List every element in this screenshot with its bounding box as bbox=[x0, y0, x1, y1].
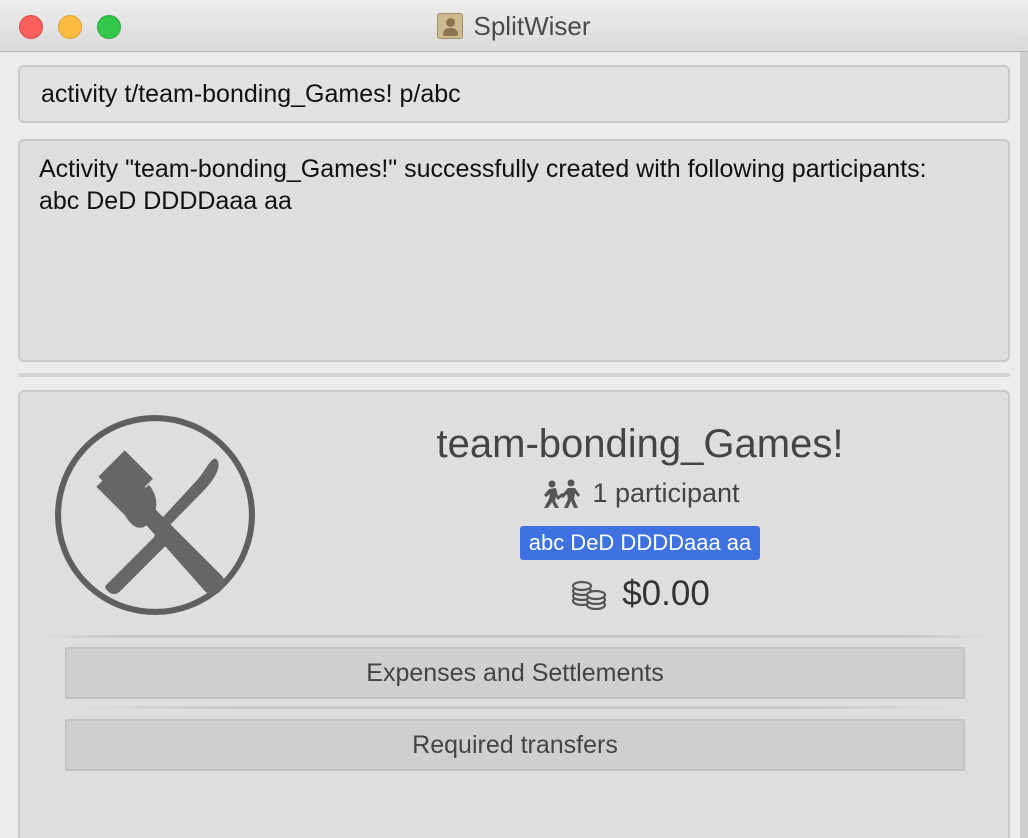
total-amount-row: $0.00 bbox=[320, 574, 960, 614]
participants-count: 1 participant bbox=[592, 478, 740, 508]
result-text: Activity "team-bonding_Games!" successfu… bbox=[39, 153, 989, 217]
result-line-1: Activity "team-bonding_Games!" successfu… bbox=[39, 155, 927, 183]
split-divider[interactable] bbox=[18, 373, 1010, 377]
people-icon bbox=[544, 479, 581, 508]
window-title-group: SplitWiser bbox=[0, 10, 1028, 41]
expenses-and-settlements-button[interactable]: Expenses and Settlements bbox=[65, 647, 965, 699]
result-display[interactable]: Activity "team-bonding_Games!" successfu… bbox=[18, 139, 1010, 362]
participants-summary: 1 participant bbox=[320, 478, 960, 509]
expenses-button-label: Expenses and Settlements bbox=[366, 658, 664, 687]
command-input-text: activity t/team-bonding_Games! p/abc bbox=[41, 80, 461, 108]
required-transfers-button[interactable]: Required transfers bbox=[65, 719, 965, 771]
result-line-2: abc DeD DDDDaaa aa bbox=[39, 187, 292, 215]
activity-title: team-bonding_Games! bbox=[436, 422, 844, 466]
window-edge bbox=[1020, 52, 1028, 838]
fork-knife-icon bbox=[55, 415, 255, 615]
command-input[interactable]: activity t/team-bonding_Games! p/abc bbox=[18, 65, 1010, 123]
app-icon bbox=[437, 13, 464, 39]
participant-tag: abc DeD DDDDaaa aa bbox=[519, 526, 761, 560]
app-window: SplitWiser activity t/team-bonding_Games… bbox=[0, 0, 1028, 838]
activity-card: team-bonding_Games! 1 participant abc De… bbox=[18, 390, 1010, 838]
transfers-button-label: Required transfers bbox=[412, 730, 618, 759]
title-bar[interactable]: SplitWiser bbox=[0, 0, 1028, 52]
total-amount: $0.00 bbox=[622, 574, 710, 613]
participant-tags: abc DeD DDDDaaa aa bbox=[320, 526, 960, 560]
button-separator bbox=[65, 706, 965, 709]
card-divider bbox=[40, 635, 990, 638]
coins-icon bbox=[572, 580, 607, 610]
window-title: SplitWiser bbox=[473, 10, 591, 41]
